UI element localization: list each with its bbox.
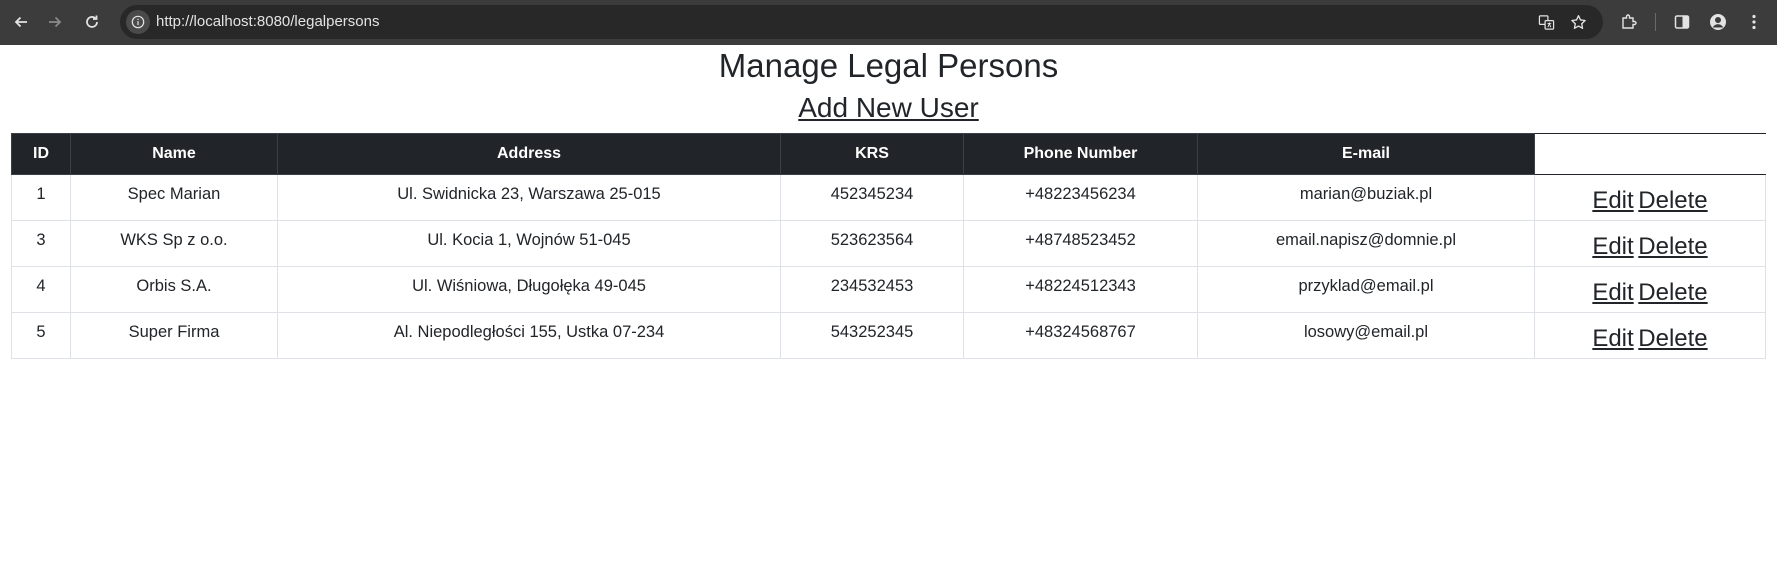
add-user-container: Add New User: [0, 90, 1777, 131]
translate-icon: [1538, 14, 1554, 30]
menu-icon: [1752, 14, 1756, 30]
table-row: 3 WKS Sp z o.o. Ul. Kocia 1, Wojnów 51-0…: [11, 220, 1766, 267]
delete-link[interactable]: Delete: [1638, 233, 1707, 260]
header-phone: Phone Number: [963, 133, 1198, 175]
reload-icon: [86, 15, 98, 28]
translate-button[interactable]: [1534, 10, 1558, 34]
forward-button[interactable]: [43, 10, 67, 34]
cell-id: 1: [11, 174, 71, 221]
edit-link[interactable]: Edit: [1592, 279, 1633, 306]
cell-id: 5: [11, 312, 71, 359]
table-row: 5 Super Firma Al. Niepodległości 155, Us…: [11, 312, 1766, 359]
delete-link[interactable]: Delete: [1638, 279, 1707, 306]
legal-persons-table: ID Name Address KRS Phone Number E-mail …: [11, 133, 1766, 359]
table-row: 1 Spec Marian Ul. Swidnicka 23, Warszawa…: [11, 174, 1766, 221]
edit-link[interactable]: Edit: [1592, 325, 1633, 352]
cell-krs: 452345234: [780, 174, 964, 221]
cell-phone: +48223456234: [963, 174, 1198, 221]
cell-actions: Edit Delete: [1534, 312, 1766, 359]
cell-email: losowy@email.pl: [1197, 312, 1535, 359]
toolbar-separator: [1655, 13, 1656, 31]
extensions-button[interactable]: [1617, 10, 1641, 34]
cell-phone: +48324568767: [963, 312, 1198, 359]
forward-icon: [49, 16, 62, 28]
cell-krs: 523623564: [780, 220, 964, 267]
back-icon: [14, 16, 27, 28]
cell-email: przyklad@email.pl: [1197, 266, 1535, 313]
site-info-button[interactable]: [126, 10, 150, 34]
cell-name: Orbis S.A.: [70, 266, 278, 313]
bookmark-button[interactable]: [1566, 10, 1590, 34]
reload-button[interactable]: [80, 10, 104, 34]
page-title: Manage Legal Persons: [718, 47, 1059, 84]
side-panel-button[interactable]: [1670, 10, 1694, 34]
cell-email: marian@buziak.pl: [1197, 174, 1535, 221]
table-row: 4 Orbis S.A. Ul. Wiśniowa, Długołęka 49-…: [11, 266, 1766, 313]
header-id: ID: [11, 133, 71, 175]
cell-actions: Edit Delete: [1534, 266, 1766, 313]
cell-address: Ul. Wiśniowa, Długołęka 49-045: [277, 266, 781, 313]
browser-toolbar: http://localhost:8080/legalpersons: [0, 0, 1777, 45]
cell-name: Super Firma: [70, 312, 278, 359]
address-bar[interactable]: http://localhost:8080/legalpersons: [120, 5, 1603, 39]
edit-link[interactable]: Edit: [1592, 233, 1633, 260]
cell-phone: +48748523452: [963, 220, 1198, 267]
cell-id: 3: [11, 220, 71, 267]
cell-actions: Edit Delete: [1534, 174, 1766, 221]
cell-id: 4: [11, 266, 71, 313]
url-text[interactable]: http://localhost:8080/legalpersons: [156, 13, 379, 30]
delete-link[interactable]: Delete: [1638, 187, 1707, 214]
header-address: Address: [277, 133, 781, 175]
cell-name: Spec Marian: [70, 174, 278, 221]
profile-icon: [1710, 14, 1726, 30]
header-krs: KRS: [780, 133, 964, 175]
add-user-link[interactable]: Add New User: [798, 92, 979, 123]
side-panel-icon: [1674, 15, 1690, 29]
profile-button[interactable]: [1706, 10, 1730, 34]
header-actions: [1534, 133, 1766, 175]
cell-phone: +48224512343: [963, 266, 1198, 313]
cell-address: Ul. Kocia 1, Wojnów 51-045: [277, 220, 781, 267]
star-icon: [1570, 14, 1586, 29]
extensions-icon: [1622, 14, 1637, 29]
cell-address: Ul. Swidnicka 23, Warszawa 25-015: [277, 174, 781, 221]
table-header-row: ID Name Address KRS Phone Number E-mail: [11, 133, 1766, 175]
site-info-icon: [131, 15, 145, 29]
back-button[interactable]: [9, 10, 33, 34]
header-name: Name: [70, 133, 278, 175]
edit-link[interactable]: Edit: [1592, 187, 1633, 214]
cell-name: WKS Sp z o.o.: [70, 220, 278, 267]
menu-button[interactable]: [1742, 10, 1766, 34]
delete-link[interactable]: Delete: [1638, 325, 1707, 352]
cell-address: Al. Niepodległości 155, Ustka 07-234: [277, 312, 781, 359]
cell-krs: 234532453: [780, 266, 964, 313]
cell-krs: 543252345: [780, 312, 964, 359]
cell-email: email.napisz@domnie.pl: [1197, 220, 1535, 267]
header-email: E-mail: [1197, 133, 1535, 175]
cell-actions: Edit Delete: [1534, 220, 1766, 267]
